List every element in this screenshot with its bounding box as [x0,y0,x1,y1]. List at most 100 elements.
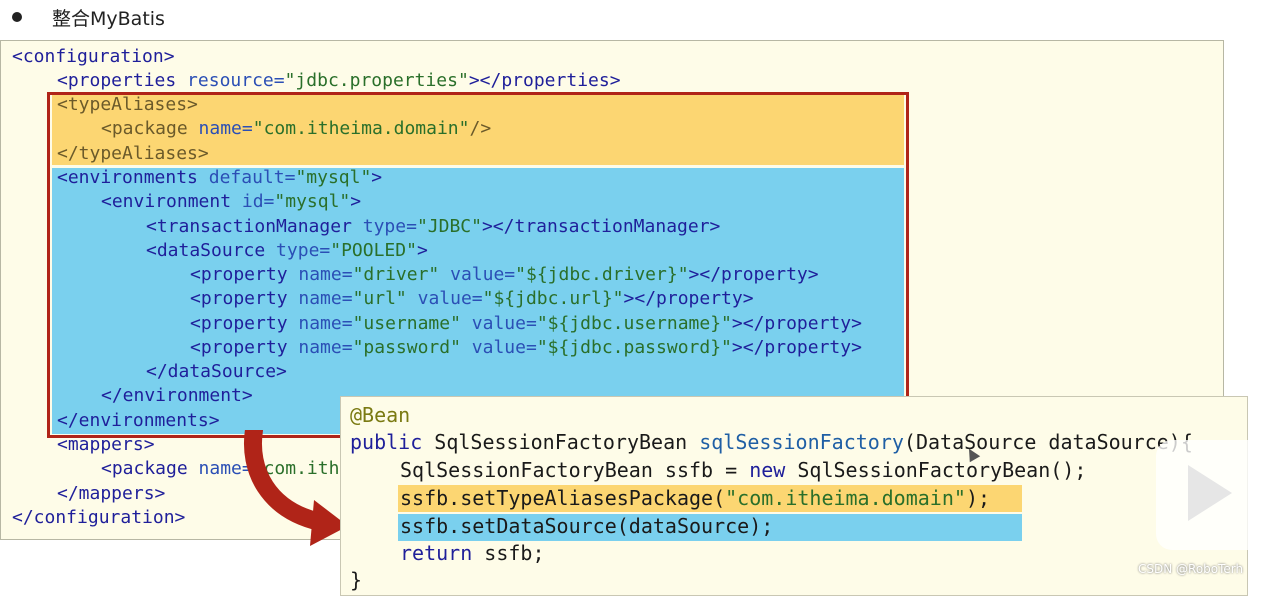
xml-token: ></property> [731,337,862,358]
xml-token: <properties [57,70,177,91]
xml-token: </environments> [57,410,220,431]
xml-line: <property name="url" value="${jdbc.url}"… [190,287,754,311]
xml-token: <package [101,118,188,139]
xml-token: "mysql" [274,191,351,212]
xml-token: "${jdbc.url}" [482,288,624,309]
xml-token: </environment> [101,385,253,406]
play-button[interactable] [1156,440,1264,550]
xml-line: <configuration> [12,45,175,69]
java-token: @Bean [350,403,411,427]
section-heading: 整合MyBatis [12,4,165,30]
xml-line: </configuration> [12,506,185,530]
watermark: CSDN @RoboTerh [1138,562,1244,576]
xml-line: <property name="username" value="${jdbc.… [190,312,862,336]
java-token: ssfb; [472,541,545,565]
java-token: } [350,568,363,592]
xml-token: "com.itheima.domain" [252,118,470,139]
xml-line: </typeAliases> [57,142,209,166]
xml-token: "password" [352,337,461,358]
xml-token: ></property> [688,264,819,285]
xml-token: <environments [57,167,198,188]
xml-token: value= [460,313,537,334]
arrow-icon [244,430,348,546]
xml-token: "driver" [352,264,440,285]
java-token: (DataSource dataSource){ [903,430,1193,454]
xml-token: > [371,167,383,188]
xml-token: ></transactionManager> [481,216,721,237]
xml-token: name= [287,288,353,309]
java-token: public [350,430,423,454]
xml-token: </configuration> [12,507,186,528]
xml-token: > [416,240,428,261]
xml-token: <package [101,458,188,479]
xml-line: <package name="com.itheima.domain"/> [101,117,491,141]
xml-token: type= [351,216,417,237]
xml-token: resource= [176,70,285,91]
xml-token: "${jdbc.username}" [536,313,732,334]
java-token: SqlSessionFactoryBean(); [785,458,1087,482]
heading-title: 整合MyBatis [52,7,165,30]
xml-line: <typeAliases> [57,93,198,117]
java-token: ssfb.setTypeAliasesPackage( [400,486,726,510]
xml-line: <properties resource="jdbc.properties"><… [57,69,621,93]
xml-token: </typeAliases> [57,143,209,164]
xml-token: <property [190,264,288,285]
xml-token: "username" [352,313,461,334]
java-token: sqlSessionFactory [699,430,904,454]
xml-token: id= [231,191,275,212]
xml-token: name= [287,337,353,358]
xml-token: "url" [352,288,407,309]
xml-token: ></properties> [468,70,621,91]
xml-line: <property name="password" value="${jdbc.… [190,336,862,360]
xml-token: name= [287,313,353,334]
java-line: SqlSessionFactoryBean ssfb = new SqlSess… [400,457,1086,484]
xml-token: <dataSource [146,240,266,261]
xml-line: <transactionManager type="JDBC"></transa… [146,215,720,239]
xml-line: </mappers> [57,482,165,506]
java-line: @Bean [350,402,410,429]
java-token: SqlSessionFactoryBean [422,430,700,454]
xml-token: default= [197,167,296,188]
xml-token: "POOLED" [330,240,417,261]
xml-token: </dataSource> [146,361,287,382]
xml-token: value= [406,288,483,309]
xml-token: value= [460,337,537,358]
xml-token: "mysql" [295,167,372,188]
java-token: "com.itheima.domain" [725,486,966,510]
xml-line: </environments> [57,409,220,433]
play-icon [1188,465,1232,521]
xml-token: "${jdbc.password}" [536,337,732,358]
xml-token: ></property> [623,288,754,309]
java-token: ssfb.setDataSource(dataSource); [400,514,774,538]
xml-line: <mappers> [57,433,155,457]
java-token: SqlSessionFactoryBean ssfb = [400,458,750,482]
java-line: } [350,567,362,594]
java-token: ); [965,486,991,510]
xml-token: "${jdbc.driver}" [515,264,689,285]
xml-token: type= [265,240,331,261]
xml-line: <property name="driver" value="${jdbc.dr… [190,263,819,287]
java-token: new [749,458,786,482]
xml-token: name= [187,118,253,139]
xml-line: <environments default="mysql"> [57,166,382,190]
xml-token: <configuration> [12,46,175,67]
java-line: public SqlSessionFactoryBean sqlSessionF… [350,429,1193,456]
xml-token: <property [190,313,288,334]
xml-token: </mappers> [57,483,166,504]
java-line: ssfb.setDataSource(dataSource); [400,513,773,540]
xml-token: <typeAliases> [57,94,198,115]
xml-token: <environment [101,191,232,212]
xml-token: "jdbc.properties" [284,70,469,91]
xml-line: <environment id="mysql"> [101,190,361,214]
xml-token: "JDBC" [416,216,482,237]
xml-line: <dataSource type="POOLED"> [146,239,428,263]
xml-token: <property [190,288,288,309]
xml-token: value= [439,264,516,285]
xml-token: /> [469,118,492,139]
xml-line: </environment> [101,384,253,408]
xml-token: <mappers> [57,434,155,455]
java-line: return ssfb; [400,540,545,567]
java-line: ssfb.setTypeAliasesPackage("com.itheima.… [400,485,990,512]
bullet-icon [12,12,22,22]
xml-token: <transactionManager [146,216,352,237]
